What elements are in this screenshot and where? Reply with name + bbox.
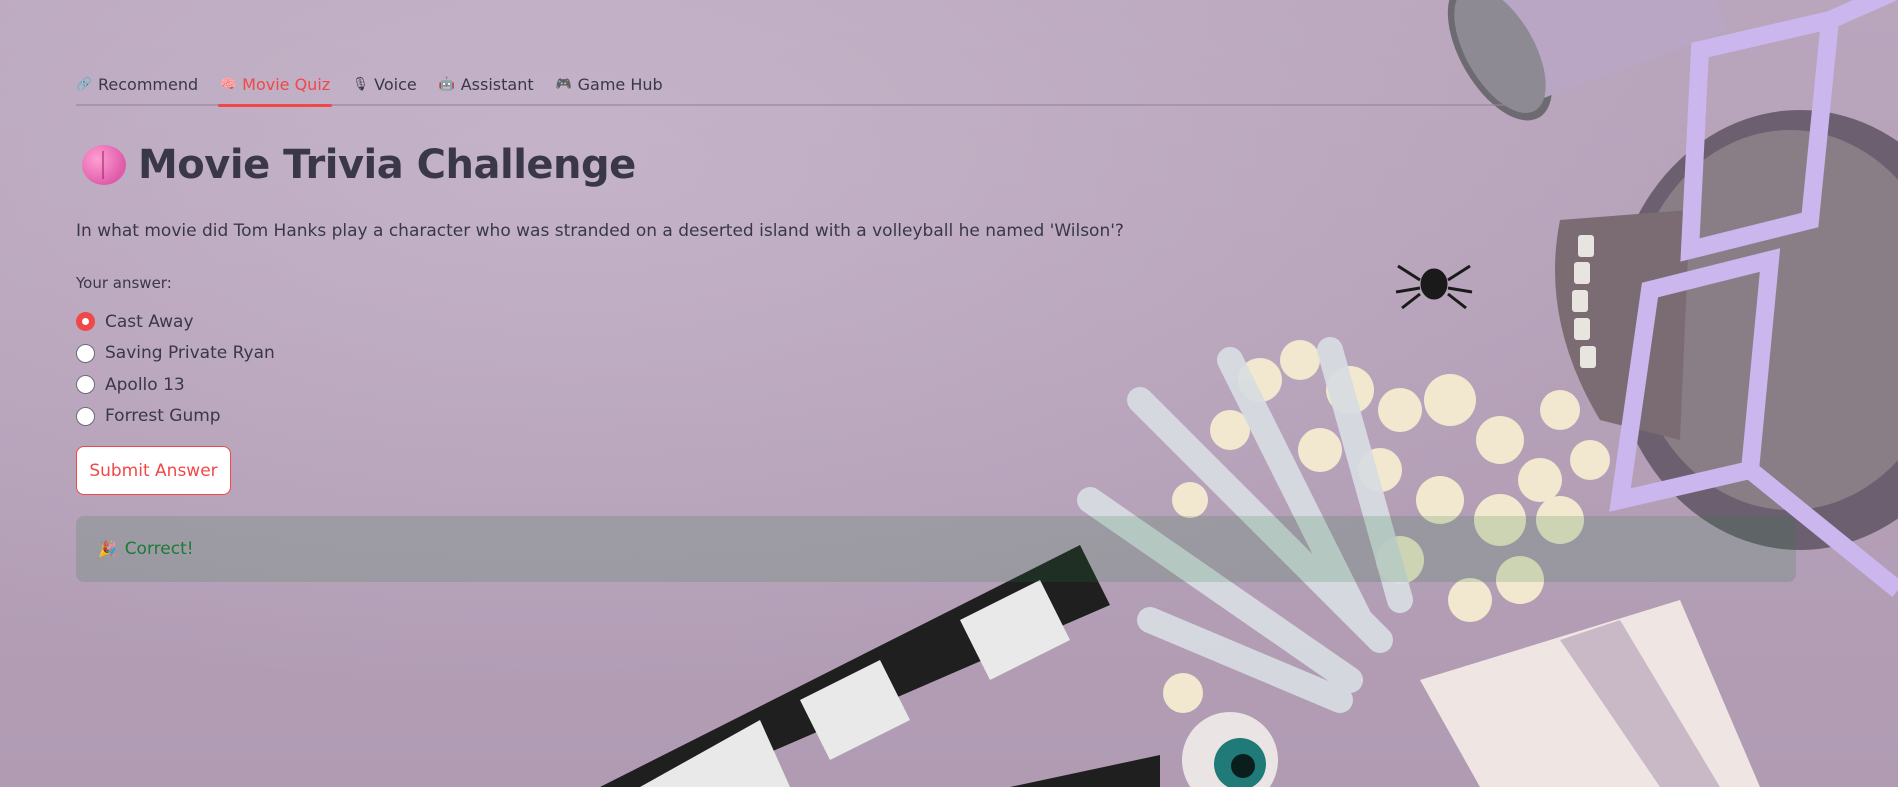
answer-option-label: Forrest Gump: [105, 406, 221, 427]
answer-option-cast-away[interactable]: Cast Away: [76, 306, 275, 338]
answer-option-saving-private-ryan[interactable]: Saving Private Ryan: [76, 338, 275, 370]
answer-label: Your answer:: [76, 274, 172, 292]
tab-label: Assistant: [460, 74, 534, 94]
tab-movie-quiz[interactable]: 🧠 Movie Quiz: [218, 64, 333, 107]
brain-icon: [82, 145, 126, 185]
spider-illustration: [1395, 264, 1473, 310]
popcorn-bucket-illustration: [1420, 600, 1760, 787]
answer-radio-group: Cast Away Saving Private Ryan Apollo 13 …: [76, 306, 275, 432]
page-title: Movie Trivia Challenge: [82, 142, 636, 188]
tab-game-hub[interactable]: 🎮 Game Hub: [556, 64, 663, 104]
robot-icon: 🤖: [438, 76, 455, 92]
link-icon: 🔗: [76, 76, 93, 92]
radio-button-checked[interactable]: [76, 312, 95, 332]
radio-button[interactable]: [76, 406, 95, 426]
quiz-question: In what movie did Tom Hanks play a chara…: [76, 221, 1124, 241]
tab-bar: 🔗 Recommend 🧠 Movie Quiz 🎙 Voice 🤖 Assis…: [76, 64, 1516, 107]
answer-option-forrest-gump[interactable]: Forrest Gump: [76, 401, 275, 433]
answer-option-apollo-13[interactable]: Apollo 13: [76, 369, 275, 401]
tab-assistant[interactable]: 🤖 Assistant: [439, 64, 534, 104]
party-popper-icon: 🎉: [98, 540, 117, 558]
tab-voice[interactable]: 🎙 Voice: [352, 64, 417, 104]
success-message: Correct!: [124, 539, 194, 559]
halloween-movie-background-image: [0, 0, 1898, 787]
tab-label: Voice: [374, 74, 417, 94]
brain-icon: 🧠: [220, 76, 237, 92]
microphone-icon: 🎙: [352, 76, 369, 92]
tab-label: Movie Quiz: [242, 74, 331, 94]
tab-label: Game Hub: [577, 74, 663, 94]
success-alert: 🎉 Correct!: [76, 516, 1796, 582]
submit-answer-button[interactable]: Submit Answer: [76, 446, 231, 495]
answer-option-label: Saving Private Ryan: [105, 343, 275, 364]
answer-option-label: Cast Away: [105, 311, 194, 332]
gamepad-icon: 🎮: [555, 76, 572, 92]
tab-recommend[interactable]: 🔗 Recommend: [76, 64, 198, 104]
eyeball-illustration: [1182, 712, 1278, 787]
tab-label: Recommend: [98, 74, 199, 94]
page-title-text: Movie Trivia Challenge: [138, 142, 636, 188]
radio-button[interactable]: [76, 343, 95, 363]
radio-button[interactable]: [76, 375, 95, 395]
answer-option-label: Apollo 13: [105, 374, 185, 395]
